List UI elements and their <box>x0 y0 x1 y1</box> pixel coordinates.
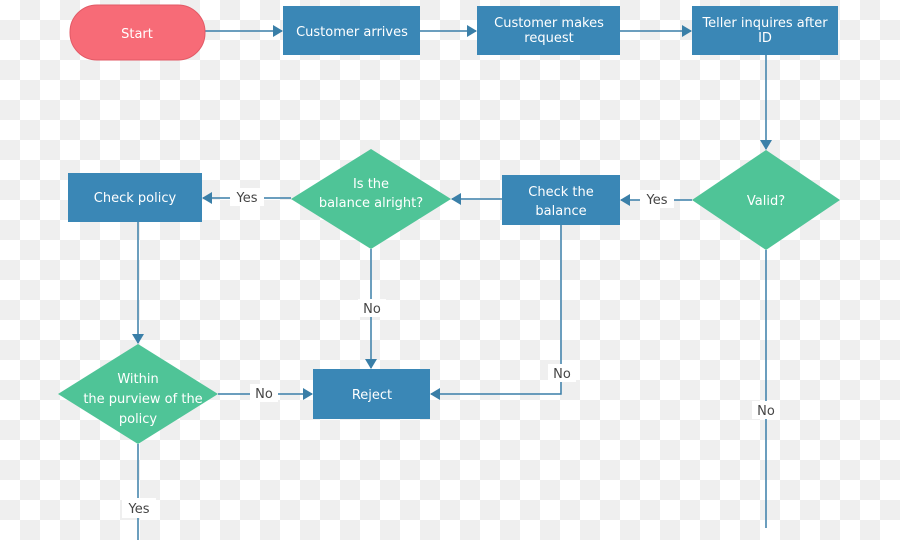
label-valid-no: No <box>757 404 775 419</box>
balance-alright-decision: Is the balance alright? <box>291 149 451 249</box>
reject-node: Reject <box>313 369 430 419</box>
edge-check-balance-no <box>430 225 562 400</box>
within-policy-decision: Within the purview of the policy <box>58 344 218 444</box>
customer-request-node: Customer makes request <box>477 6 620 55</box>
label-balance-no: No <box>363 302 381 317</box>
label-policy-no: No <box>255 387 273 402</box>
label-balance-yes: Yes <box>236 191 258 206</box>
edges <box>132 25 772 540</box>
start-label: Start <box>121 27 153 42</box>
start-node: Start <box>69 4 206 61</box>
teller-label-2: ID <box>758 31 772 46</box>
balance-alright-label-1: Is the <box>353 177 389 192</box>
valid-decision: Valid? <box>692 150 840 250</box>
reject-label: Reject <box>352 388 392 403</box>
edge-labels: Yes No Yes No No No Yes <box>122 188 780 518</box>
check-balance-label-1: Check the <box>528 185 593 200</box>
label-valid-yes: Yes <box>646 193 668 208</box>
customer-request-label-2: request <box>524 31 573 46</box>
check-balance-node: Check the balance <box>502 175 620 225</box>
label-policy-yes: Yes <box>128 502 150 517</box>
balance-alright-label-2: balance alright? <box>319 196 423 211</box>
teller-label-1: Teller inquires after <box>701 16 828 31</box>
check-policy-label: Check policy <box>94 191 177 206</box>
customer-arrives-label: Customer arrives <box>296 25 408 40</box>
flowchart: Yes No Yes No No No Yes Start Customer a… <box>58 4 840 540</box>
within-policy-label-3: policy <box>119 412 158 427</box>
teller-node: Teller inquires after ID <box>692 6 838 55</box>
within-policy-label-2: the purview of the <box>83 392 202 407</box>
within-policy-label-1: Within <box>117 372 158 387</box>
customer-request-label-1: Customer makes <box>494 16 604 31</box>
check-policy-node: Check policy <box>68 173 202 222</box>
check-balance-label-2: balance <box>535 204 586 219</box>
valid-label: Valid? <box>747 194 785 209</box>
label-check-balance-no: No <box>553 367 571 382</box>
customer-arrives-node: Customer arrives <box>283 6 420 55</box>
